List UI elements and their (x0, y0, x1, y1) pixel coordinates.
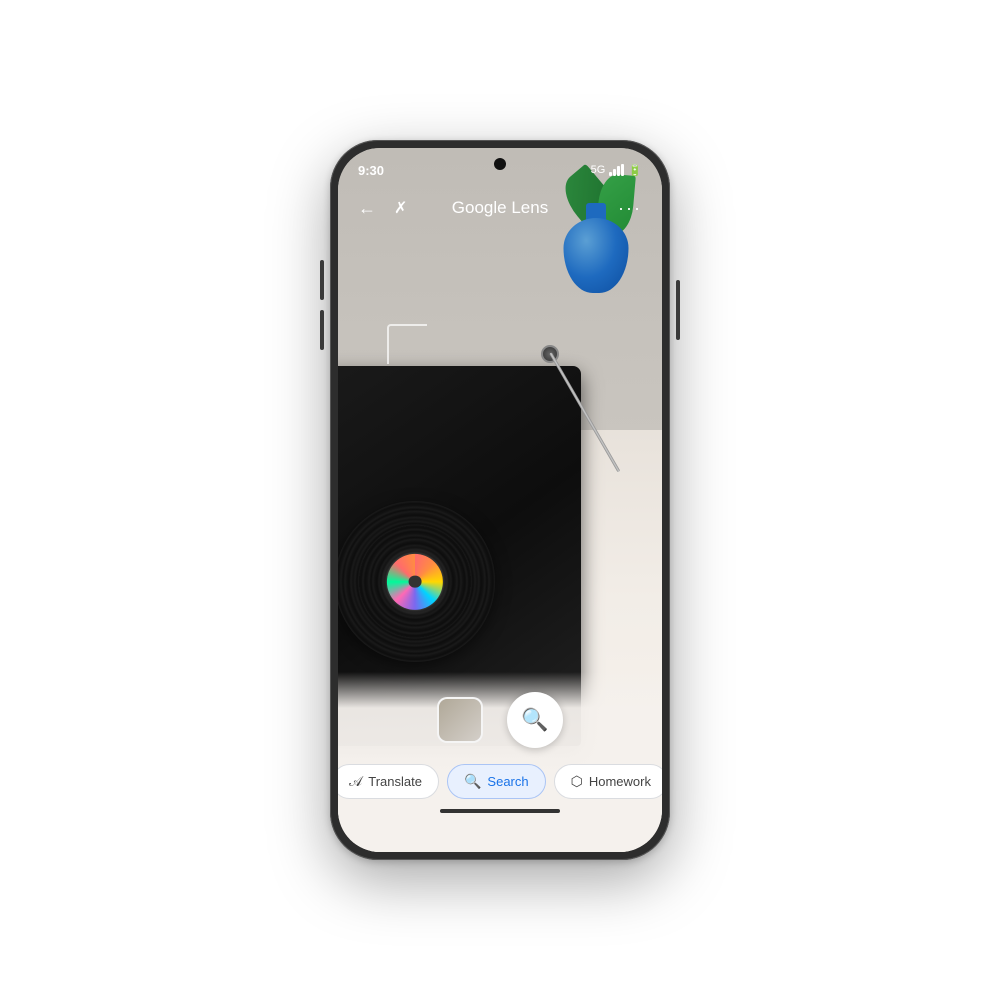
tab-search[interactable]: 🔍 Search (447, 764, 546, 799)
search-label: Search (487, 774, 528, 789)
tab-homework[interactable]: ⬡ Homework (554, 764, 662, 799)
volume-down-button[interactable] (320, 310, 324, 350)
network-label: 5G (591, 164, 606, 176)
signal-bar-1 (609, 172, 612, 176)
app-title: Google Lens (452, 198, 548, 218)
front-camera (494, 158, 506, 170)
back-button[interactable]: ← (358, 198, 376, 219)
status-icons: 5G 🔋 (591, 164, 642, 177)
translate-icon: 𝒜 (349, 773, 362, 790)
signal-bar-3 (617, 166, 620, 176)
vinyl-record (338, 501, 495, 662)
last-photo-thumbnail (439, 699, 481, 741)
home-indicator (440, 809, 560, 813)
translate-label: Translate (368, 774, 422, 789)
homework-label: Homework (589, 774, 651, 789)
signal-bar-2 (613, 169, 616, 176)
search-icon: 🔍 (521, 707, 548, 733)
power-button[interactable] (676, 280, 680, 340)
more-options-button[interactable]: ··· (618, 198, 642, 219)
shutter-button[interactable]: 🔍 (507, 692, 563, 748)
bottom-controls: 🔍 𝒜 Translate 🔍 Search ⬡ Homework (338, 672, 662, 852)
tab-translate[interactable]: 𝒜 Translate (338, 764, 439, 799)
phone-frame: 9:30 5G 🔋 ← ✗ Google Lens ··· (330, 140, 670, 860)
battery-icon: 🔋 (628, 164, 642, 177)
signal-bars (609, 164, 624, 176)
signal-bar-4 (621, 164, 624, 176)
phone-screen: 9:30 5G 🔋 ← ✗ Google Lens ··· (338, 148, 662, 852)
scan-bracket (387, 324, 427, 364)
nav-left-actions: ← ✗ (358, 198, 407, 219)
volume-up-button[interactable] (320, 260, 324, 300)
shutter-area: 🔍 (437, 692, 563, 748)
flash-button[interactable]: ✗ (394, 198, 407, 218)
clock: 9:30 (358, 163, 384, 178)
search-tab-icon: 🔍 (464, 773, 481, 790)
tonearm (477, 345, 568, 556)
homework-icon: ⬡ (571, 773, 583, 790)
mode-tab-bar: 𝒜 Translate 🔍 Search ⬡ Homework (338, 764, 662, 799)
thumbnail-button[interactable] (437, 697, 483, 743)
top-navigation: ← ✗ Google Lens ··· (338, 184, 662, 232)
vinyl-center-hole (409, 575, 422, 588)
